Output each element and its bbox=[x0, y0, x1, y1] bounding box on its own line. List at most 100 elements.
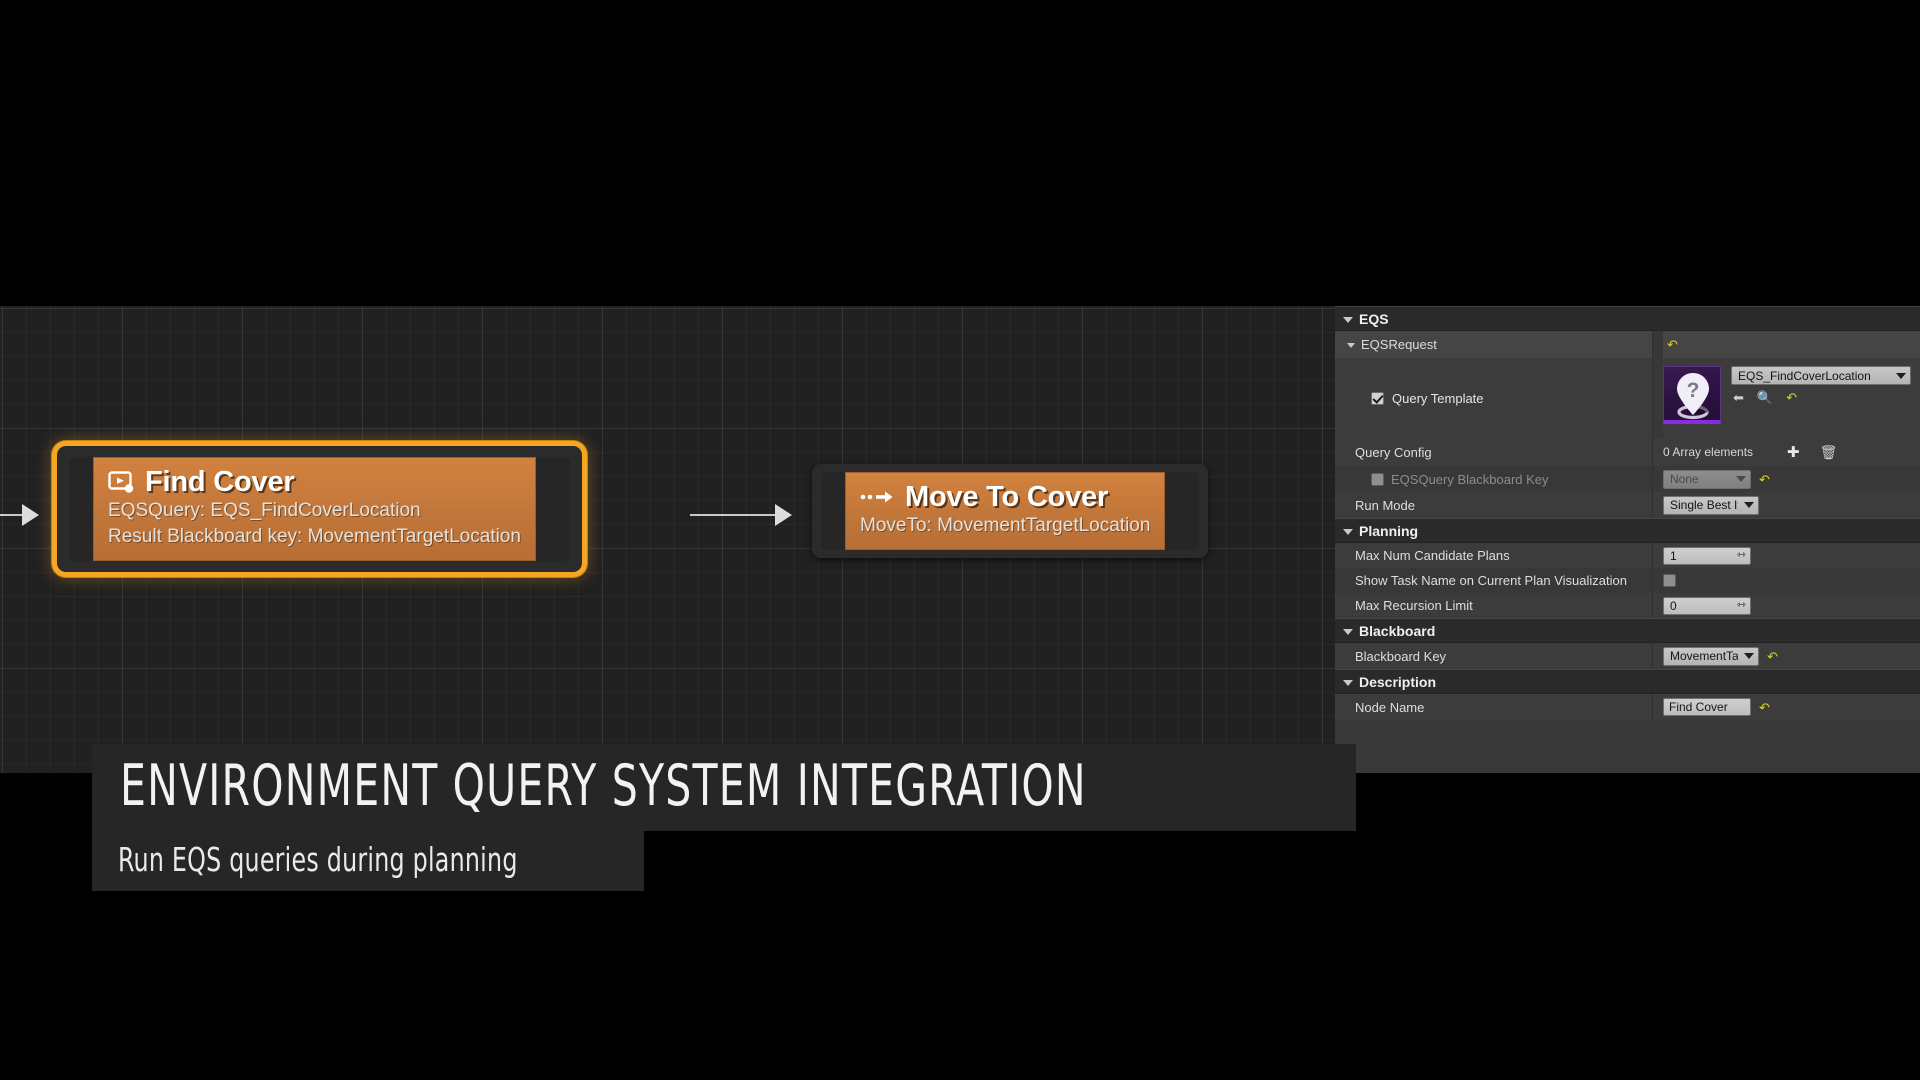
move-to-cover-title-row: Move To Cover bbox=[860, 482, 1150, 512]
query-config-label-cell: Query Config bbox=[1335, 438, 1653, 466]
svg-text:?: ? bbox=[1687, 379, 1700, 402]
move-to-cover-title: Move To Cover bbox=[905, 482, 1108, 512]
blackboard-key-value-cell: MovementTargetLo ↶ bbox=[1653, 647, 1920, 666]
row-max-num-candidate-plans[interactable]: Max Num Candidate Plans 1 ⇿ bbox=[1335, 543, 1920, 568]
eqsrequest-reset-icon[interactable]: ↶ bbox=[1667, 338, 1678, 351]
run-mode-value: Single Best Item bbox=[1670, 498, 1738, 512]
eqsquery-blackboard-key-checkbox[interactable] bbox=[1371, 473, 1384, 486]
screen-root: Find Cover EQSQuery: EQS_FindCoverLocati… bbox=[0, 0, 1920, 1080]
node-name-label: Node Name bbox=[1355, 700, 1424, 715]
find-cover-node-body: Find Cover EQSQuery: EQS_FindCoverLocati… bbox=[93, 457, 536, 561]
max-num-candidate-plans-label: Max Num Candidate Plans bbox=[1355, 548, 1510, 563]
max-recursion-limit-value: 0 bbox=[1670, 599, 1677, 613]
find-cover-node-inner: Find Cover EQSQuery: EQS_FindCoverLocati… bbox=[69, 457, 570, 561]
blackboard-key-label: Blackboard Key bbox=[1355, 649, 1446, 664]
query-template-label: Query Template bbox=[1392, 391, 1484, 406]
section-title-description: Description bbox=[1359, 674, 1436, 690]
row-node-name[interactable]: Node Name Find Cover ↶ bbox=[1335, 694, 1920, 720]
node-name-value: Find Cover bbox=[1669, 700, 1728, 714]
max-num-candidate-plans-value-cell: 1 ⇿ bbox=[1653, 547, 1920, 565]
eqsquery-blackboard-key-value-cell: None ↶ bbox=[1653, 470, 1920, 489]
move-to-cover-node-inner: Move To Cover MoveTo: MovementTargetLoca… bbox=[821, 472, 1199, 550]
behavior-tree-graph-canvas[interactable]: Find Cover EQSQuery: EQS_FindCoverLocati… bbox=[0, 306, 1335, 773]
section-title-eqs: EQS bbox=[1359, 311, 1389, 327]
row-run-mode[interactable]: Run Mode Single Best Item bbox=[1335, 492, 1920, 518]
show-task-name-checkbox[interactable] bbox=[1663, 574, 1676, 587]
chevron-down-icon bbox=[1736, 476, 1746, 482]
section-header-description[interactable]: Description bbox=[1335, 669, 1920, 694]
find-cover-subtitle-line-2: Result Blackboard key: MovementTargetLoc… bbox=[108, 525, 521, 549]
max-num-candidate-plans-value: 1 bbox=[1670, 549, 1677, 563]
query-config-value-cell: 0 Array elements ✚ 🗑 bbox=[1653, 443, 1920, 461]
max-recursion-limit-label: Max Recursion Limit bbox=[1355, 598, 1473, 613]
collapse-triangle-icon[interactable] bbox=[1343, 680, 1353, 686]
array-element-count: 0 Array elements bbox=[1663, 445, 1753, 459]
reset-icon[interactable]: ↶ bbox=[1786, 391, 1797, 404]
row-max-recursion-limit[interactable]: Max Recursion Limit 0 ⇿ bbox=[1335, 593, 1920, 618]
find-in-browser-icon[interactable]: 🔍 bbox=[1757, 391, 1773, 404]
find-cover-input-pin[interactable] bbox=[69, 457, 93, 561]
sub-header-eqsrequest[interactable]: EQSRequest bbox=[1335, 331, 1652, 358]
find-cover-node-frame[interactable]: Find Cover EQSQuery: EQS_FindCoverLocati… bbox=[57, 446, 582, 572]
node-name-value-cell: Find Cover ↶ bbox=[1653, 698, 1920, 716]
node-name-label-cell: Node Name bbox=[1335, 694, 1653, 720]
eqs-query-icon bbox=[108, 469, 134, 495]
eqsquery-blackboard-key-value: None bbox=[1670, 472, 1699, 486]
move-to-cover-subtitle-line-1: MoveTo: MovementTargetLocation bbox=[860, 514, 1150, 538]
blackboard-key-dropdown[interactable]: MovementTargetLo bbox=[1663, 647, 1759, 666]
caption-subtitle-banner: Run EQS queries during planning bbox=[92, 830, 644, 891]
section-header-eqs[interactable]: EQS bbox=[1335, 306, 1920, 331]
query-template-checkbox[interactable] bbox=[1371, 392, 1384, 405]
spinner-arrows-icon[interactable]: ⇿ bbox=[1737, 600, 1746, 611]
run-mode-label-cell: Run Mode bbox=[1335, 492, 1653, 518]
section-header-blackboard[interactable]: Blackboard bbox=[1335, 618, 1920, 643]
eqs-request-group: EQSRequest Query Template ↶ bbox=[1335, 331, 1920, 438]
show-task-name-label-cell: Show Task Name on Current Plan Visualiza… bbox=[1335, 568, 1653, 593]
max-recursion-limit-value-cell: 0 ⇿ bbox=[1653, 597, 1920, 615]
max-recursion-limit-input[interactable]: 0 ⇿ bbox=[1663, 597, 1751, 615]
arrowhead-into-move-to-cover bbox=[775, 504, 792, 526]
caption-title-banner: ENVIRONMENT QUERY SYSTEM INTEGRATION bbox=[92, 744, 1356, 831]
browse-back-icon[interactable]: ⬅ bbox=[1733, 391, 1744, 404]
query-template-asset-dropdown[interactable]: EQS_FindCoverLocation bbox=[1731, 366, 1911, 385]
move-to-icon bbox=[860, 487, 894, 507]
reset-icon[interactable]: ↶ bbox=[1759, 473, 1770, 486]
row-show-task-name[interactable]: Show Task Name on Current Plan Visualiza… bbox=[1335, 568, 1920, 593]
collapse-triangle-icon[interactable] bbox=[1343, 529, 1353, 535]
max-recursion-limit-label-cell: Max Recursion Limit bbox=[1335, 593, 1653, 618]
reset-icon[interactable]: ↶ bbox=[1767, 650, 1778, 663]
collapse-triangle-icon[interactable] bbox=[1347, 343, 1355, 348]
move-to-cover-node-frame[interactable]: Move To Cover MoveTo: MovementTargetLoca… bbox=[812, 464, 1208, 558]
chevron-down-icon bbox=[1744, 653, 1754, 659]
details-panel[interactable]: EQS EQSRequest Query Template ↶ bbox=[1335, 306, 1920, 773]
collapse-triangle-icon[interactable] bbox=[1343, 317, 1353, 323]
move-to-cover-input-pin[interactable] bbox=[821, 472, 845, 550]
find-cover-subtitle-line-1: EQSQuery: EQS_FindCoverLocation bbox=[108, 499, 521, 523]
find-cover-title: Find Cover bbox=[145, 467, 294, 497]
eqsquery-blackboard-key-dropdown[interactable]: None bbox=[1663, 470, 1751, 489]
row-blackboard-key[interactable]: Blackboard Key MovementTargetLo ↶ bbox=[1335, 643, 1920, 669]
row-eqsquery-blackboard-key[interactable]: EQSQuery Blackboard Key None ↶ bbox=[1335, 466, 1920, 492]
node-name-input[interactable]: Find Cover bbox=[1663, 698, 1751, 716]
add-element-icon[interactable]: ✚ bbox=[1787, 443, 1800, 461]
query-config-label: Query Config bbox=[1355, 445, 1432, 460]
reset-icon[interactable]: ↶ bbox=[1759, 701, 1770, 714]
move-to-cover-node-body: Move To Cover MoveTo: MovementTargetLoca… bbox=[845, 472, 1165, 550]
blackboard-key-label-cell: Blackboard Key bbox=[1335, 643, 1653, 669]
blackboard-key-value: MovementTargetLo bbox=[1670, 649, 1738, 663]
row-query-config[interactable]: Query Config 0 Array elements ✚ 🗑 bbox=[1335, 438, 1920, 466]
eqsquery-blackboard-key-label: EQSQuery Blackboard Key bbox=[1391, 472, 1549, 487]
max-num-candidate-plans-input[interactable]: 1 ⇿ bbox=[1663, 547, 1751, 565]
run-mode-dropdown[interactable]: Single Best Item bbox=[1663, 496, 1759, 515]
find-cover-output-pin[interactable] bbox=[536, 457, 570, 561]
spinner-arrows-icon[interactable]: ⇿ bbox=[1737, 550, 1746, 561]
delete-all-icon[interactable]: 🗑 bbox=[1820, 444, 1838, 461]
caption-title: ENVIRONMENT QUERY SYSTEM INTEGRATION bbox=[120, 758, 1087, 815]
bt-node-find-cover[interactable]: Find Cover EQSQuery: EQS_FindCoverLocati… bbox=[57, 446, 582, 572]
move-to-cover-output-pin[interactable] bbox=[1165, 472, 1199, 550]
max-num-candidate-plans-label-cell: Max Num Candidate Plans bbox=[1335, 543, 1653, 568]
collapse-triangle-icon[interactable] bbox=[1343, 629, 1353, 635]
eqs-query-asset-thumbnail[interactable]: ? bbox=[1663, 366, 1721, 424]
section-header-planning[interactable]: Planning bbox=[1335, 518, 1920, 543]
bt-node-move-to-cover[interactable]: Move To Cover MoveTo: MovementTargetLoca… bbox=[812, 464, 1208, 558]
